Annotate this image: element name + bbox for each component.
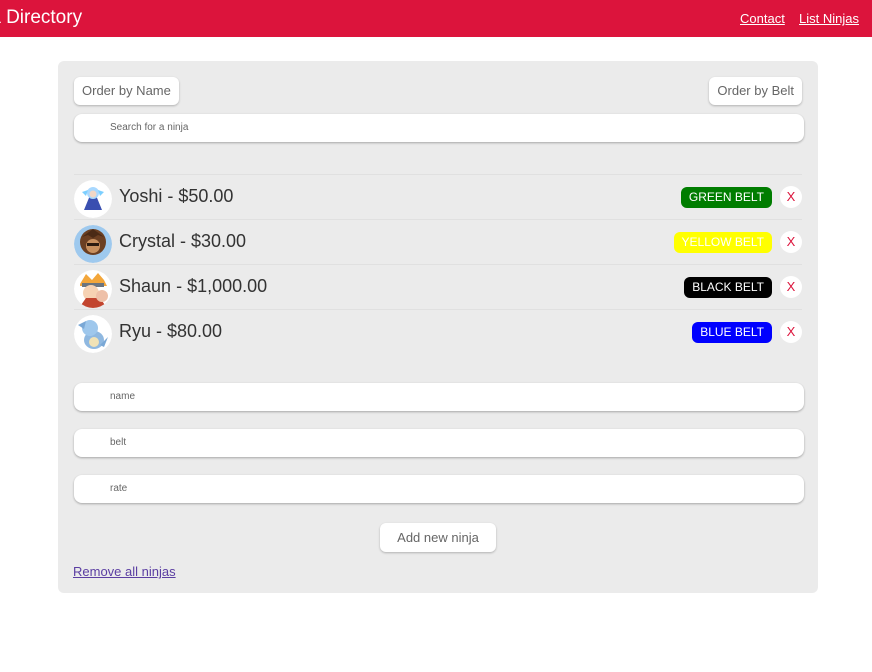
nav-link-list-ninjas[interactable]: List Ninjas (799, 11, 859, 26)
yoshi-avatar-icon (74, 180, 112, 218)
delete-ninja-button[interactable]: X (780, 321, 802, 343)
belt-badge: BLUE BELT (692, 322, 772, 343)
belt-input[interactable]: belt (74, 429, 804, 457)
ninja-row: Shaun - $1,000.00 BLACK BELT X (74, 264, 802, 309)
order-by-belt-button[interactable]: Order by Belt (709, 77, 802, 105)
ryu-avatar-icon (74, 315, 112, 353)
ninja-name-rate: Shaun - $1,000.00 (119, 276, 268, 296)
ninja-row: Ryu - $80.00 BLUE BELT X (74, 309, 802, 354)
rate-placeholder: rate (110, 483, 128, 494)
belt-badge: GREEN BELT (680, 187, 772, 208)
belt-placeholder: belt (110, 437, 127, 448)
search-input[interactable]: Search for a ninja (74, 114, 804, 142)
delete-ninja-button[interactable]: X (780, 186, 802, 208)
app-title: ja Directory (0, 7, 83, 28)
ninja-row: Yoshi - $50.00 GREEN BELT X (74, 174, 802, 219)
ninja-name-rate: Yoshi - $50.00 (119, 186, 234, 206)
ninja-panel: Order by Name Order by Belt Search for a… (58, 61, 818, 593)
top-navbar: ja Directory Contact List Ninjas (0, 0, 872, 37)
belt-badge: YELLOW BELT (673, 232, 772, 253)
ninja-list: Yoshi - $50.00 GREEN BELT X Crystal - $3… (74, 174, 802, 354)
search-placeholder: Search for a ninja (110, 122, 189, 133)
name-input[interactable]: name (74, 383, 804, 411)
shaun-avatar-icon (74, 270, 112, 308)
crystal-avatar-icon (74, 225, 112, 263)
delete-ninja-button[interactable]: X (780, 231, 802, 253)
delete-ninja-button[interactable]: X (780, 276, 802, 298)
name-placeholder: name (110, 391, 136, 402)
ninja-row: Crystal - $30.00 YELLOW BELT X (74, 219, 802, 264)
order-by-name-button[interactable]: Order by Name (74, 77, 179, 105)
ninja-name-rate: Crystal - $30.00 (119, 231, 247, 251)
belt-badge: BLACK BELT (684, 277, 772, 298)
rate-input[interactable]: rate (74, 475, 804, 503)
remove-all-ninjas-link[interactable]: Remove all ninjas (73, 564, 176, 579)
add-ninja-button[interactable]: Add new ninja (380, 523, 496, 552)
nav-link-contact[interactable]: Contact (740, 11, 785, 26)
ninja-name-rate: Ryu - $80.00 (119, 321, 223, 341)
